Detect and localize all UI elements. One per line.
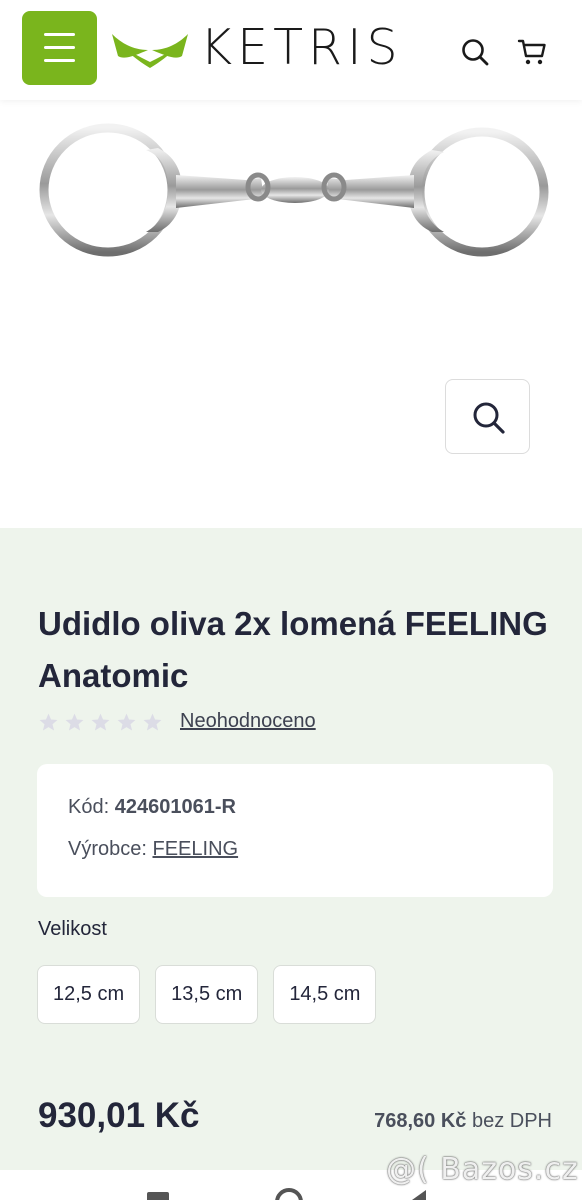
price-net-suffix: bez DPH — [471, 1110, 552, 1132]
product-info: Udidlo oliva 2x lomená FEELING Anatomic … — [0, 528, 582, 1200]
product-bit-image[interactable] — [36, 120, 554, 270]
product-code-value: 424601061-R — [114, 796, 236, 818]
size-option[interactable]: 13,5 cm — [155, 965, 259, 1024]
hamburger-menu-icon[interactable] — [22, 11, 97, 85]
logo-horns-icon — [112, 34, 188, 68]
rating-stars[interactable] — [38, 712, 163, 733]
product-title: Udidlo oliva 2x lomená FEELING Anatomic — [38, 605, 548, 694]
star-icon — [143, 713, 162, 731]
star-icon — [117, 713, 136, 731]
price-without-vat: 768,60 Kč bez DPH — [374, 1110, 552, 1133]
watermark: @( Bazos.cz — [386, 1152, 579, 1187]
back-triangle-icon[interactable] — [412, 1190, 426, 1200]
manufacturer-link[interactable]: FEELING — [153, 838, 239, 860]
cart-icon[interactable] — [517, 37, 547, 67]
rating-link[interactable]: Neohodnoceno — [180, 710, 316, 733]
price-net-value: 768,60 Kč — [374, 1110, 467, 1132]
manufacturer-label: Výrobce: — [68, 838, 147, 860]
product-code-label: Kód: — [68, 796, 110, 818]
size-options: 12,5 cm 13,5 cm 14,5 cm — [37, 965, 377, 1024]
search-icon[interactable] — [460, 37, 490, 67]
price: 930,01 Kč — [38, 1096, 200, 1135]
product-gallery — [0, 100, 582, 528]
ketris-logo[interactable]: KETRIS — [110, 22, 403, 74]
zoom-button[interactable] — [445, 379, 530, 454]
zoom-search-icon — [473, 402, 505, 434]
size-option[interactable]: 14,5 cm — [273, 965, 377, 1024]
size-option[interactable]: 12,5 cm — [37, 965, 141, 1024]
product-specs-card: Kód: 424601061-R Výrobce: FEELING — [37, 764, 553, 897]
manufacturer-row: Výrobce: FEELING — [68, 838, 238, 861]
star-icon — [65, 713, 84, 731]
star-icon — [39, 713, 58, 731]
logo-text: KETRIS — [200, 19, 403, 76]
star-icon — [91, 713, 110, 731]
site-header: KETRIS — [0, 0, 582, 100]
recent-apps-icon[interactable] — [147, 1192, 169, 1200]
size-label: Velikost — [38, 918, 107, 940]
product-code-row: Kód: 424601061-R — [68, 796, 236, 819]
